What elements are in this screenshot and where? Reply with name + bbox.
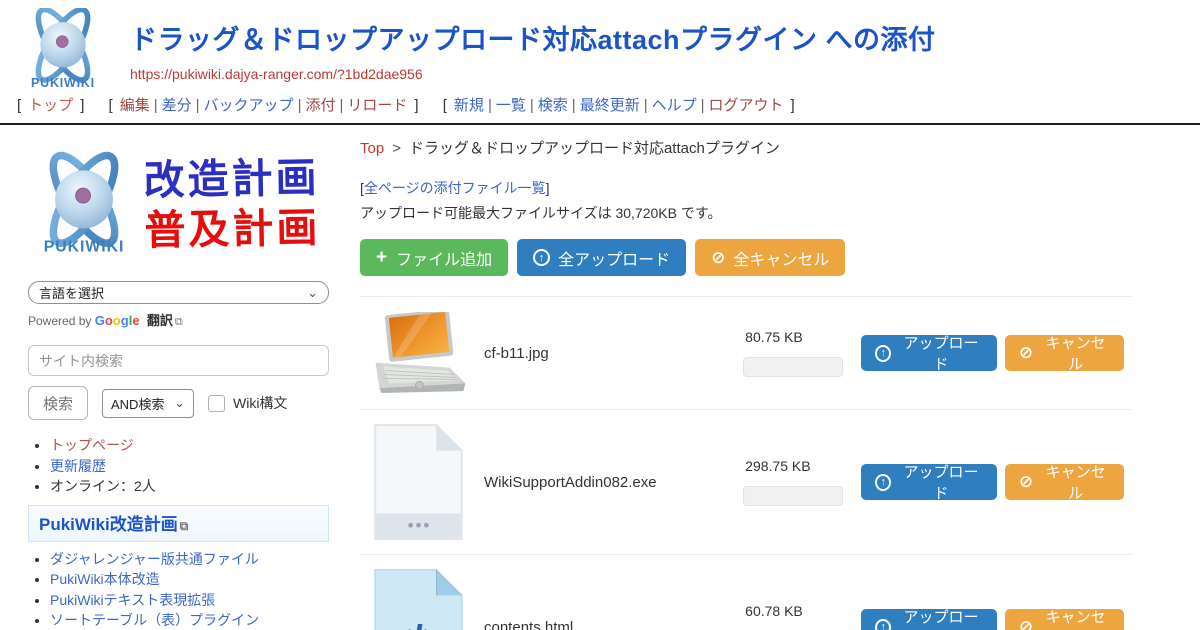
ban-icon: ⊘ — [711, 248, 725, 268]
nav-top[interactable]: トップ — [28, 97, 73, 114]
upload-button[interactable]: ↑ アップロード — [861, 464, 997, 500]
chevron-down-icon: ⌄ — [307, 285, 318, 301]
ban-icon: ⊘ — [1019, 472, 1033, 492]
featured-site-box: PukiWiki改造計画⧉ — [28, 505, 329, 542]
wiki-syntax-label: Wiki構文 — [233, 393, 287, 413]
laptop-photo-thumbnail — [370, 312, 466, 394]
sidebar-item-sort-table[interactable]: ソートテーブル（表）プラグイン — [50, 612, 259, 628]
sidebar-plugin-links: ダジャレンジャー版共通ファイル PukiWiki本体改造 PukiWikiテキス… — [28, 550, 331, 630]
arrow-circle-up-icon: ↑ — [533, 249, 550, 266]
breadcrumb-home[interactable]: Top — [360, 140, 384, 157]
file-name: cf-b11.jpg — [484, 345, 743, 362]
file-row: WikiSupportAddin082.exe 298.75 KB ↑ アップロ… — [360, 409, 1132, 554]
nav-new[interactable]: 新規 — [454, 97, 484, 114]
arrow-circle-up-icon: ↑ — [875, 474, 891, 491]
file-row: </> contents.html 60.78 KB ↑ アップロード ⊘ キャ… — [360, 554, 1132, 630]
chevron-down-icon: ⌄ — [174, 395, 185, 411]
add-files-button[interactable]: + ファイル追加 — [360, 239, 508, 276]
nav-edit[interactable]: 編集 — [120, 97, 150, 114]
sidebar-item-common-files[interactable]: ダジャレンジャー版共通ファイル — [50, 551, 259, 567]
arrow-circle-up-icon: ↑ — [875, 619, 891, 630]
nav-recent[interactable]: 最終更新 — [580, 97, 640, 114]
svg-text:</>: </> — [389, 618, 446, 630]
attach-file-list: [全ページの添付ファイル一覧] — [360, 178, 1200, 198]
sidebar-item-text-ext[interactable]: PukiWikiテキスト表現拡張 — [50, 592, 215, 608]
list-item: ソートテーブル（表）プラグイン — [50, 611, 331, 630]
sidebar-item-online: オンライン：2人 — [50, 478, 156, 494]
svg-text:PUKIWIKI: PUKIWIKI — [44, 239, 125, 256]
atom-logo-icon: PUKIWIKI — [28, 141, 140, 267]
page-title: ドラッグ＆ドロップアップロード対応attachプラグイン への添付 — [130, 18, 936, 57]
arrow-circle-up-icon: ↑ — [875, 345, 891, 362]
file-size: 298.75 KB — [743, 458, 843, 474]
sidebar: PUKIWIKI 改造計画 普及計画 言語を選択 ⌄ Powered by Go… — [0, 125, 345, 630]
list-item: トップページ — [50, 436, 331, 456]
google-translate-credit: Powered by Google 翻訳⧉ — [28, 310, 331, 329]
file-name: contents.html — [484, 619, 743, 630]
breadcrumb-current: ドラッグ＆ドロップアップロード対応attachプラグイン — [409, 140, 780, 157]
svg-text:PUKIWIKI: PUKIWIKI — [31, 76, 95, 90]
list-item: PukiWikiテキスト表現拡張 — [50, 591, 331, 611]
language-select[interactable]: 言語を選択 ⌄ — [28, 281, 329, 304]
file-row: cf-b11.jpg 80.75 KB ↑ アップロード ⊘ キャンセル — [360, 296, 1132, 409]
main-content: Top>ドラッグ＆ドロップアップロード対応attachプラグイン [全ページの添… — [345, 125, 1200, 630]
featured-site-link[interactable]: PukiWiki改造計画 — [39, 515, 178, 534]
nav-attach[interactable]: 添付 — [305, 97, 335, 114]
upload-button[interactable]: ↑ アップロード — [861, 335, 997, 371]
sidebar-item-core-mod[interactable]: PukiWiki本体改造 — [50, 571, 160, 587]
translate-link[interactable]: 翻訳 — [147, 313, 173, 328]
ban-icon: ⊘ — [1019, 343, 1033, 363]
upload-all-button[interactable]: ↑ 全アップロード — [517, 239, 686, 276]
list-item: オンライン：2人 — [50, 477, 331, 497]
cancel-button[interactable]: ⊘ キャンセル — [1005, 335, 1124, 371]
list-item: 更新履歴 — [50, 457, 331, 477]
all-pages-attach-link[interactable]: 全ページの添付ファイル一覧 — [364, 180, 546, 196]
cancel-button[interactable]: ⊘ キャンセル — [1005, 609, 1124, 630]
sidebar-item-history[interactable]: 更新履歴 — [50, 458, 106, 474]
search-button[interactable]: 検索 — [28, 386, 88, 420]
plus-icon: + — [376, 247, 387, 269]
wiki-syntax-checkbox[interactable] — [208, 395, 225, 412]
cancel-button[interactable]: ⊘ キャンセル — [1005, 464, 1124, 500]
sidebar-item-toppage[interactable]: トップページ — [50, 437, 134, 453]
list-item: PukiWiki本体改造 — [50, 570, 331, 590]
atom-logo-icon: PUKIWIKI — [12, 8, 114, 94]
search-mode-select[interactable]: AND検索 ⌄ — [102, 389, 194, 418]
sidebar-top-links: トップページ 更新履歴 オンライン：2人 — [28, 436, 331, 497]
file-size: 60.78 KB — [743, 603, 843, 619]
upload-actions: + ファイル追加 ↑ 全アップロード ⊘ 全キャンセル — [360, 239, 1200, 276]
list-item: ダジャレンジャー版共通ファイル — [50, 550, 331, 570]
page-header: PUKIWIKI ドラッグ＆ドロップアップロード対応attachプラグイン への… — [0, 0, 1200, 86]
external-link-icon: ⧉ — [180, 519, 189, 533]
nav-reload[interactable]: リロード — [347, 97, 407, 114]
external-link-icon: ⧉ — [175, 316, 183, 328]
progress-bar — [743, 486, 843, 506]
progress-bar — [743, 357, 843, 377]
nav-help[interactable]: ヘルプ — [652, 97, 697, 114]
sidebar-banner-link[interactable]: PUKIWIKI 改造計画 普及計画 — [28, 141, 331, 267]
cancel-all-button[interactable]: ⊘ 全キャンセル — [695, 239, 845, 276]
html-file-icon: </> — [370, 568, 466, 630]
toolbar-nav: [トップ] [編集|差分|バックアップ|添付|リロード] [新規|一覧|検索|最… — [0, 86, 1200, 123]
ban-icon: ⊘ — [1019, 617, 1033, 630]
breadcrumb: Top>ドラッグ＆ドロップアップロード対応attachプラグイン — [360, 137, 1200, 158]
nav-diff[interactable]: 差分 — [162, 97, 192, 114]
upload-queue: cf-b11.jpg 80.75 KB ↑ アップロード ⊘ キャンセル — [360, 296, 1132, 630]
nav-list[interactable]: 一覧 — [496, 97, 526, 114]
upload-button[interactable]: ↑ アップロード — [861, 609, 997, 630]
banner-fukyuu: 普及計画 — [144, 202, 321, 255]
banner-kaizou: 改造計画 — [143, 152, 320, 205]
file-name: WikiSupportAddin082.exe — [484, 474, 743, 491]
pukiwiki-logo[interactable]: PUKIWIKI — [12, 8, 114, 94]
generic-file-icon — [370, 423, 466, 541]
nav-logout[interactable]: ログアウト — [709, 97, 784, 114]
max-upload-size-text: アップロード可能最大ファイルサイズは 30,720KB です。 — [360, 203, 1200, 223]
nav-search[interactable]: 検索 — [538, 97, 568, 114]
page-url: https://pukiwiki.dajya-ranger.com/?1bd2d… — [130, 66, 936, 82]
file-size: 80.75 KB — [743, 329, 843, 345]
nav-backup[interactable]: バックアップ — [204, 97, 294, 114]
site-search-input[interactable] — [28, 345, 329, 376]
